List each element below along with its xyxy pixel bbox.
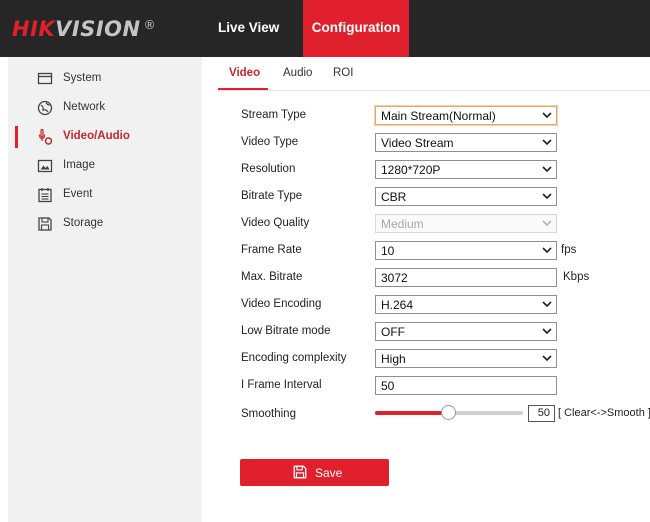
bitrate-type-select[interactable]: CBR [375, 187, 557, 206]
nav-configuration[interactable]: Configuration [303, 0, 409, 57]
sidebar-item-label: Image [63, 159, 95, 171]
encoding-complexity-label: Encoding complexity [241, 352, 347, 364]
video-encoding-select[interactable]: H.264 [375, 295, 557, 314]
stream-type-label: Stream Type [241, 109, 306, 121]
chevron-down-icon [542, 301, 552, 308]
frame-rate-label: Frame Rate [241, 244, 302, 256]
save-icon [293, 465, 307, 479]
sidebar-item-label: Network [63, 101, 106, 113]
sidebar-item-label: System [63, 72, 102, 84]
monitor-icon [37, 72, 53, 85]
chevron-down-icon [542, 193, 552, 200]
sidebar-item-system[interactable]: System [8, 68, 202, 90]
chevron-down-icon [542, 112, 552, 119]
chevron-down-icon [542, 220, 552, 227]
sidebar-item-event[interactable]: Event [8, 184, 202, 206]
video-audio-icon [38, 129, 53, 145]
resolution-select[interactable]: 1280*720P [375, 160, 557, 179]
sidebar-item-image[interactable]: Image [8, 155, 202, 177]
max-bitrate-input[interactable]: 3072 [375, 268, 557, 287]
image-icon [37, 159, 53, 173]
nav-live-view[interactable]: Live View [218, 20, 279, 35]
sidebar-item-label: Video/Audio [63, 130, 130, 142]
smoothing-label: Smoothing [241, 408, 296, 420]
smoothing-slider-fill [375, 411, 447, 415]
chevron-down-icon [542, 355, 552, 362]
video-type-label: Video Type [241, 136, 299, 148]
encoding-complexity-select[interactable]: High [375, 349, 557, 368]
sidebar-item-network[interactable]: Network [8, 97, 202, 119]
low-bitrate-mode-label: Low Bitrate mode [241, 325, 331, 337]
storage-icon [38, 217, 52, 231]
tab-divider [218, 90, 650, 91]
sidebar-item-video-audio[interactable]: Video/Audio [8, 126, 202, 148]
sidebar: System Network Video/Audio Image Event S… [8, 57, 202, 522]
chevron-down-icon [542, 166, 552, 173]
top-header: HIKVISION ® Live View Configuration [0, 0, 650, 57]
chevron-down-icon [542, 247, 552, 254]
tab-video[interactable]: Video [229, 67, 260, 79]
sidebar-item-storage[interactable]: Storage [8, 213, 202, 235]
chevron-down-icon [542, 139, 552, 146]
smoothing-slider-handle[interactable] [441, 405, 456, 420]
smoothing-value-box[interactable]: 50 [528, 405, 555, 422]
video-quality-select: Medium [375, 214, 557, 233]
max-bitrate-unit: Kbps [563, 271, 590, 283]
low-bitrate-mode-select[interactable]: OFF [375, 322, 557, 341]
tab-audio[interactable]: Audio [283, 67, 312, 79]
video-quality-label: Video Quality [241, 217, 310, 229]
tab-roi[interactable]: ROI [333, 67, 353, 79]
video-type-select[interactable]: Video Stream [375, 133, 557, 152]
resolution-label: Resolution [241, 163, 296, 175]
stream-type-select[interactable]: Main Stream(Normal) [375, 106, 557, 125]
smoothing-hint: [ Clear<->Smooth ] [558, 407, 650, 419]
save-button[interactable]: Save [240, 459, 389, 486]
hikvision-logo: HIKVISION ® [12, 17, 157, 41]
bitrate-type-label: Bitrate Type [241, 190, 303, 202]
i-frame-interval-label: I Frame Interval [241, 379, 322, 391]
globe-icon [37, 100, 53, 116]
frame-rate-unit: fps [561, 244, 577, 256]
frame-rate-select[interactable]: 10 [375, 241, 557, 260]
sidebar-item-label: Storage [63, 217, 104, 229]
chevron-down-icon [542, 328, 552, 335]
calendar-icon [38, 188, 52, 203]
active-indicator [15, 126, 18, 148]
i-frame-interval-input[interactable]: 50 [375, 376, 557, 395]
max-bitrate-label: Max. Bitrate [241, 271, 303, 283]
sidebar-item-label: Event [63, 188, 93, 200]
save-button-label: Save [315, 466, 343, 480]
video-encoding-label: Video Encoding [241, 298, 322, 310]
